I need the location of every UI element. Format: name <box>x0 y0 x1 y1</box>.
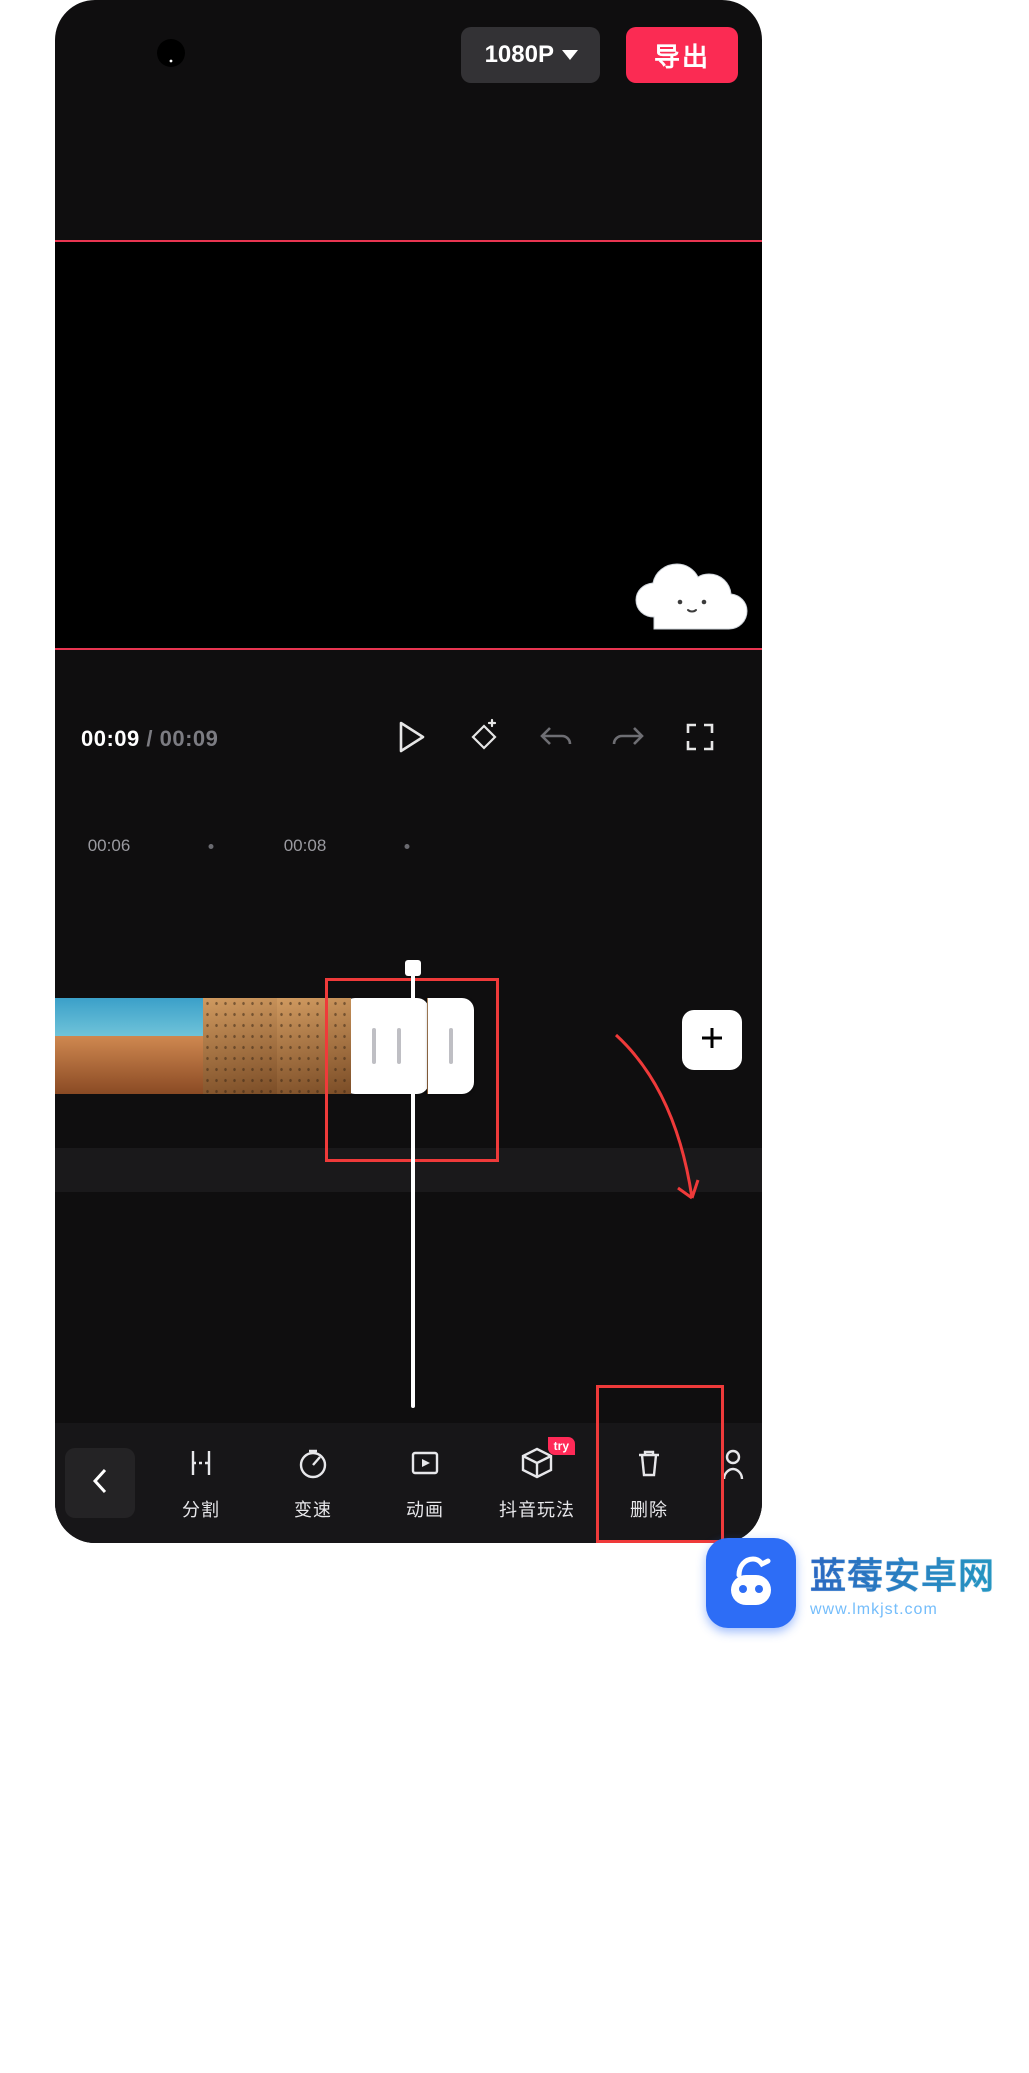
ruler-dot <box>405 844 410 849</box>
timecode: 00:09 / 00:09 <box>81 726 218 752</box>
video-editor-app: 1080P 导出 00:09 / 00:09 <box>55 0 762 1543</box>
keyframe-add-icon <box>464 717 504 762</box>
tool-label: 动画 <box>406 1496 444 1522</box>
close-icon <box>84 36 118 75</box>
tool-more[interactable]: - <box>705 1423 762 1543</box>
tool-animation[interactable]: 动画 <box>369 1423 481 1543</box>
cloud-sticker[interactable] <box>634 562 762 632</box>
watermark-url: www.lmkjst.com <box>810 1601 995 1619</box>
toolbar-back-button[interactable] <box>65 1448 135 1518</box>
clip-thumbnail[interactable] <box>55 998 129 1094</box>
tool-douyin-effects[interactable]: try 抖音玩法 <box>481 1423 593 1543</box>
clip-thumbnail[interactable] <box>277 998 351 1094</box>
transition-handle[interactable] <box>343 998 429 1094</box>
fullscreen-button[interactable] <box>664 711 736 767</box>
playhead[interactable] <box>411 968 415 1408</box>
top-bar: 1080P 导出 <box>55 0 762 110</box>
try-badge: try <box>548 1437 575 1455</box>
undo-icon <box>538 722 574 757</box>
tool-label: 删除 <box>630 1496 668 1522</box>
tool-delete[interactable]: 删除 <box>593 1423 705 1543</box>
tool-label: 变速 <box>294 1496 332 1522</box>
chevron-left-icon <box>89 1466 111 1501</box>
help-button[interactable] <box>149 33 193 77</box>
tool-split[interactable]: 分割 <box>145 1423 257 1543</box>
transport-bar: 00:09 / 00:09 <box>55 650 762 828</box>
help-icon <box>153 35 189 76</box>
trash-icon <box>631 1445 667 1486</box>
export-button[interactable]: 导出 <box>626 27 738 83</box>
plus-icon <box>698 1024 726 1057</box>
secondary-track[interactable] <box>55 1148 762 1192</box>
transition-handle[interactable] <box>428 998 474 1094</box>
clip-thumbnail[interactable] <box>129 998 203 1094</box>
tool-label: 抖音玩法 <box>499 1496 575 1522</box>
chevron-down-icon <box>562 50 578 60</box>
keyframe-button[interactable] <box>448 711 520 767</box>
more-icon <box>721 1447 749 1488</box>
watermark-title: 蓝莓安卓网 <box>810 1547 995 1599</box>
close-button[interactable] <box>79 33 123 77</box>
resolution-select[interactable]: 1080P <box>461 27 600 83</box>
resolution-label: 1080P <box>485 41 554 69</box>
play-icon <box>397 720 427 759</box>
time-current: 00:09 <box>81 726 140 751</box>
watermark-logo-icon <box>706 1538 796 1628</box>
tool-label: 分割 <box>182 1496 220 1522</box>
ruler-tick: 00:06 <box>88 836 131 856</box>
preview-canvas[interactable] <box>55 240 762 650</box>
timeline-ruler[interactable]: 00:06 00:08 <box>55 828 762 868</box>
add-clip-button[interactable] <box>682 1010 742 1070</box>
redo-icon <box>610 722 646 757</box>
timeline-tracks[interactable] <box>55 868 762 1398</box>
clip-thumbnail[interactable] <box>203 998 277 1094</box>
fullscreen-icon <box>685 722 715 757</box>
redo-button[interactable] <box>592 711 664 767</box>
ruler-tick: 00:08 <box>284 836 327 856</box>
bottom-toolbar: 分割 变速 动画 try <box>55 1423 762 1543</box>
export-label: 导出 <box>654 37 710 74</box>
watermark: 蓝莓安卓网 www.lmkjst.com <box>706 1538 995 1628</box>
split-icon <box>183 1445 219 1486</box>
speed-icon <box>295 1445 331 1486</box>
play-button[interactable] <box>376 711 448 767</box>
tool-speed[interactable]: 变速 <box>257 1423 369 1543</box>
undo-button[interactable] <box>520 711 592 767</box>
animation-icon <box>407 1445 443 1486</box>
time-duration: 00:09 <box>160 726 219 751</box>
ruler-dot <box>209 844 214 849</box>
